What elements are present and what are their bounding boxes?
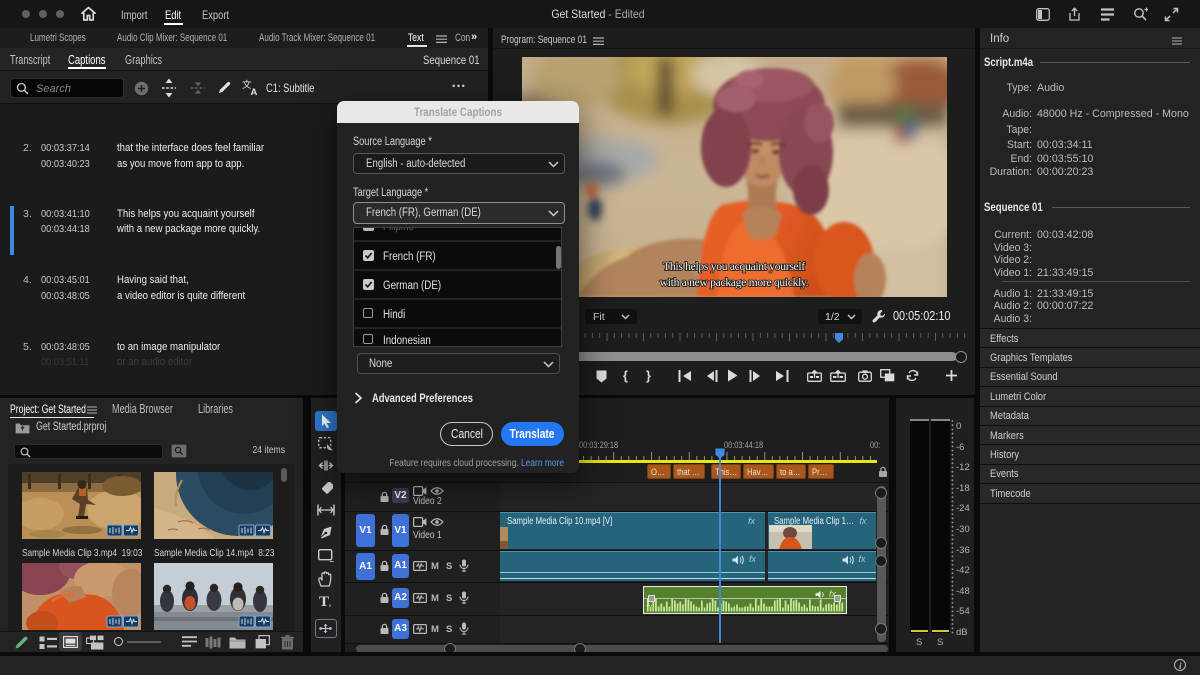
svg-text:with a new package more quickl: with a new package more quickly.: [660, 276, 809, 289]
svg-text:This helps you acquaint yourse: This helps you acquaint yourself: [663, 260, 805, 273]
svg-text:A: A: [251, 87, 258, 96]
